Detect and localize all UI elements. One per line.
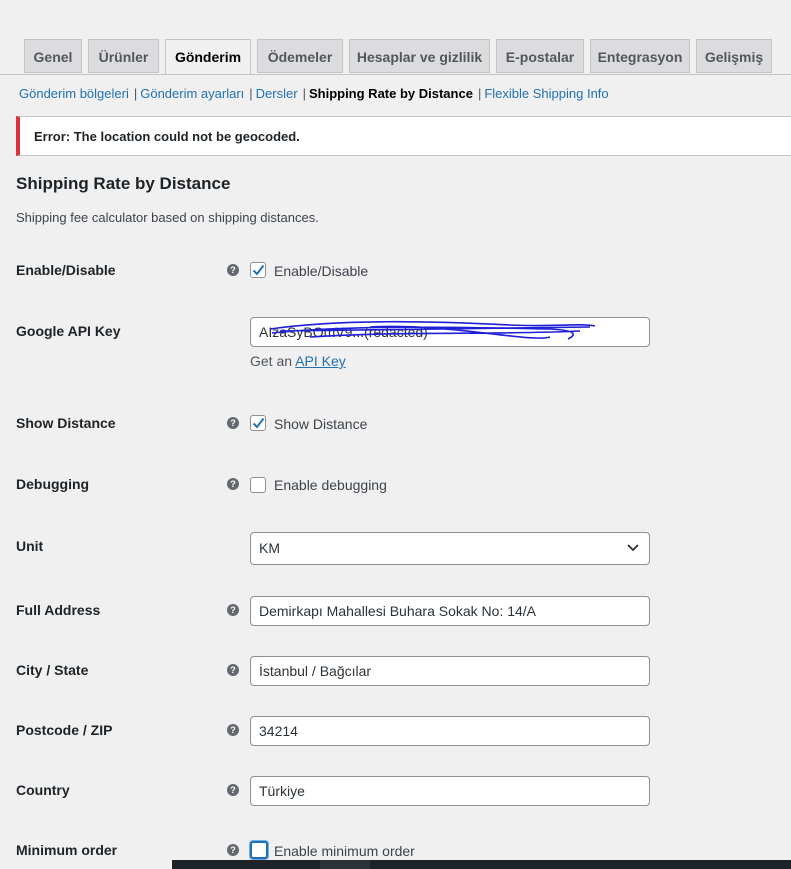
section-subnav: Gönderim bölgeleri | Gönderim ayarları | Der… (19, 86, 609, 102)
help-icon[interactable]: ? (227, 604, 239, 616)
subnav-dersler[interactable]: Dersler (256, 86, 298, 101)
unit-select[interactable]: KM (250, 532, 650, 565)
help-icon[interactable]: ? (227, 417, 239, 429)
tab-gelismis[interactable]: Gelişmiş (696, 39, 772, 73)
tab-divider (0, 74, 791, 75)
subnav-shipping-rate-by-distance[interactable]: Shipping Rate by Distance (309, 86, 473, 101)
subnav-flexible-shipping-info[interactable]: Flexible Shipping Info (484, 86, 608, 101)
subnav-separator: | (133, 86, 138, 101)
country-input[interactable]: Türkiye (250, 776, 650, 806)
subnav-separator: | (477, 86, 482, 101)
tab-gonderim[interactable]: Gönderim (165, 39, 251, 75)
scrollbar-thumb[interactable] (320, 860, 370, 869)
minimum-order-label: Minimum order (16, 842, 118, 858)
city-state-label: City / State (16, 662, 89, 678)
api-key-link[interactable]: API Key (295, 353, 346, 369)
postcode-input[interactable]: 34214 (250, 716, 650, 746)
section-title: Shipping Rate by Distance (16, 174, 231, 193)
country-label: Country (16, 782, 70, 798)
tab-urunler[interactable]: Ürünler (88, 39, 159, 73)
api-key-hint: Get an API Key (250, 353, 346, 369)
subnav-separator: | (249, 86, 253, 101)
enable-disable-checkbox[interactable] (250, 262, 266, 278)
full-address-label: Full Address (16, 602, 101, 618)
tab-e-postalar[interactable]: E-postalar (496, 39, 584, 73)
unit-label: Unit (16, 538, 44, 554)
enable-disable-checkbox-label[interactable]: Enable/Disable (274, 263, 368, 279)
error-notice-text: Error: The location could not be geocode… (34, 129, 300, 144)
error-notice: Error: The location could not be geocode… (16, 116, 791, 156)
tab-odemeler[interactable]: Ödemeler (257, 39, 343, 73)
help-icon[interactable]: ? (227, 844, 239, 856)
enable-minimum-order-checkbox[interactable] (250, 841, 268, 859)
enable-debugging-checkbox-label[interactable]: Enable debugging (274, 477, 387, 493)
city-state-input[interactable]: İstanbul / Bağcılar (250, 656, 650, 686)
tab-entegrasyon[interactable]: Entegrasyon (590, 39, 690, 73)
section-description: Shipping fee calculator based on shippin… (16, 210, 319, 225)
enable-minimum-order-checkbox-label[interactable]: Enable minimum order (274, 843, 415, 859)
google-api-key-value: AIzaSyBOmV9...(redacted) (259, 324, 428, 340)
google-api-key-label: Google API Key (16, 323, 121, 339)
postcode-label: Postcode / ZIP (16, 722, 113, 738)
tab-hesaplar-ve-gizlilik[interactable]: Hesaplar ve gizlilik (349, 39, 490, 73)
help-icon[interactable]: ? (227, 264, 239, 276)
unit-select-value: KM (259, 540, 280, 556)
tab-genel[interactable]: Genel (24, 39, 82, 73)
help-icon[interactable]: ? (227, 664, 239, 676)
help-icon[interactable]: ? (227, 478, 239, 490)
checkmark-icon (252, 264, 265, 276)
show-distance-checkbox[interactable] (250, 415, 266, 431)
checkmark-icon (252, 417, 265, 429)
chevron-down-icon (627, 544, 639, 552)
subnav-separator: | (302, 86, 306, 101)
api-key-hint-prefix: Get an (250, 353, 296, 369)
google-api-key-input[interactable]: AIzaSyBOmV9...(redacted) (250, 317, 650, 347)
show-distance-label: Show Distance (16, 415, 116, 431)
show-distance-checkbox-label[interactable]: Show Distance (274, 416, 367, 432)
help-icon[interactable]: ? (227, 724, 239, 736)
subnav-gonderim-ayarlari[interactable]: Gönderim ayarları (140, 86, 244, 101)
enable-debugging-checkbox[interactable] (250, 477, 266, 493)
full-address-input[interactable]: Demirkapı Mahallesi Buhara Sokak No: 14/… (250, 596, 650, 626)
help-icon[interactable]: ? (227, 784, 239, 796)
debugging-label: Debugging (16, 476, 90, 492)
subnav-gonderim-bolgeleri[interactable]: Gönderim bölgeleri (19, 86, 129, 101)
horizontal-scrollbar[interactable] (172, 860, 791, 869)
enable-disable-label: Enable/Disable (16, 262, 116, 278)
